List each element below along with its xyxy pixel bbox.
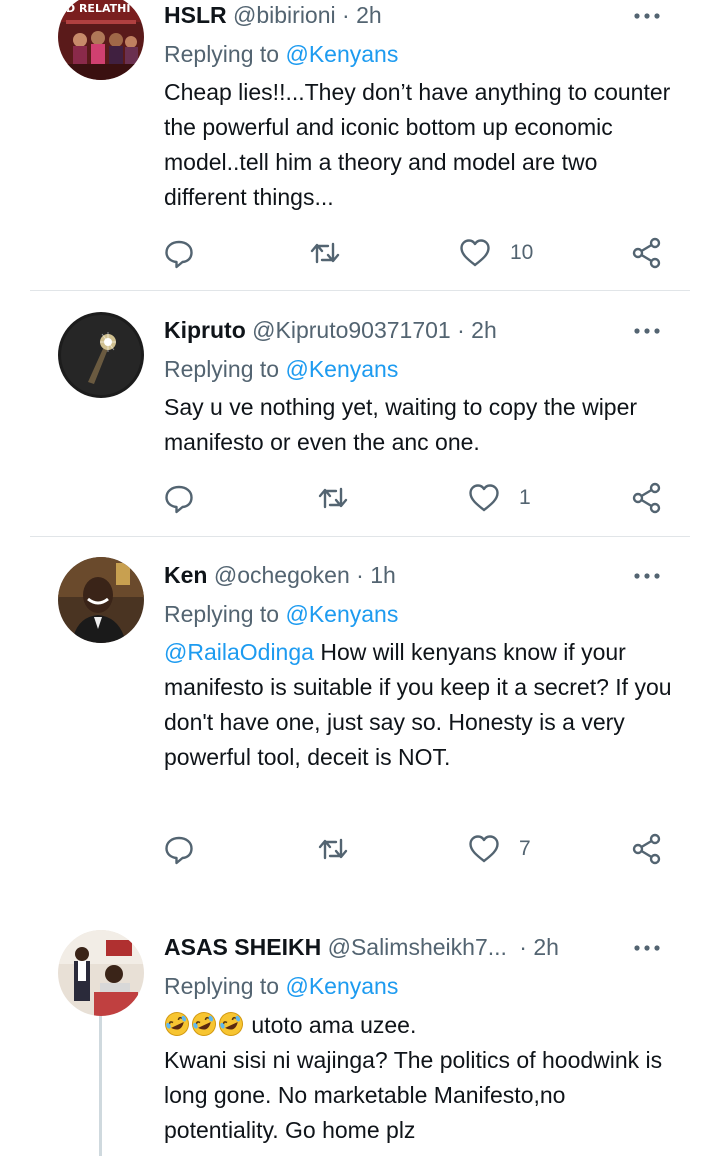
svg-text:D RELATHI: D RELATHI [66, 2, 130, 15]
thread-line [99, 1016, 102, 1156]
retweet-icon[interactable] [316, 481, 350, 515]
replying-to: Replying to @Kenyans [164, 599, 398, 629]
replying-to-label: Replying to [164, 601, 286, 627]
display-name[interactable]: HSLR [164, 2, 227, 28]
tweet-feed: D RELATHI HSLR @bibirioni · 2h Replying … [0, 0, 720, 1156]
replying-to-label: Replying to [164, 356, 286, 382]
tweet-text: Cheap lies!!...They don’t have anything … [164, 79, 671, 210]
timestamp[interactable]: 2h [471, 317, 497, 343]
timestamp[interactable]: 2h [356, 2, 382, 28]
share-icon[interactable] [630, 481, 664, 515]
like-count: 10 [510, 241, 534, 264]
rolling-laughing-emoji [191, 1011, 217, 1037]
separator-dot: · [519, 934, 527, 960]
separator-dot: · [356, 562, 364, 588]
retweet-icon[interactable] [316, 832, 350, 866]
reply-icon[interactable] [162, 832, 196, 866]
replying-to-mention[interactable]: @Kenyans [285, 356, 398, 382]
more-icon[interactable] [630, 321, 664, 341]
like-count: 1 [519, 486, 531, 509]
tweet-1[interactable]: D RELATHI HSLR @bibirioni · 2h Replying … [0, 0, 720, 290]
separator-dot: · [342, 2, 350, 28]
display-name[interactable]: ASAS SHEIKH [164, 934, 321, 960]
replying-to-mention[interactable]: @Kenyans [285, 973, 398, 999]
tweet-text: Say u ve nothing yet, waiting to copy th… [164, 394, 638, 455]
tweet-header: Kipruto @Kipruto90371701 · 2h [164, 315, 497, 345]
retweet-icon[interactable] [308, 236, 342, 270]
tweet-2[interactable]: Kipruto @Kipruto90371701 · 2h Replying t… [0, 291, 720, 536]
rolling-laughing-emoji [164, 1011, 190, 1037]
reply-icon[interactable] [162, 236, 196, 270]
more-icon[interactable] [630, 938, 664, 958]
tweet-text: @RailaOdinga How will kenyans know if yo… [164, 635, 684, 775]
tweet-header: ASAS SHEIKH @Salimsheikh7... · 2h [164, 932, 559, 962]
heart-icon[interactable] [467, 481, 501, 515]
timestamp[interactable]: 1h [370, 562, 396, 588]
avatar-ken[interactable] [58, 557, 144, 643]
user-handle[interactable]: @bibirioni [233, 2, 336, 28]
tweet-3[interactable]: Ken @ochegoken · 1h Replying to @Kenyans… [0, 537, 720, 897]
replying-to: Replying to @Kenyans [164, 354, 398, 384]
reply-icon[interactable] [162, 481, 196, 515]
replying-to-mention[interactable]: @Kenyans [285, 601, 398, 627]
share-icon[interactable] [630, 236, 664, 270]
tweet-text-line1: utoto ama uzee. [245, 1012, 417, 1038]
replying-to: Replying to @Kenyans [164, 971, 398, 1001]
replying-to-label: Replying to [164, 973, 286, 999]
user-handle[interactable]: @Kipruto90371701 [252, 317, 451, 343]
tweet-header: HSLR @bibirioni · 2h [164, 0, 382, 30]
tweet-header: Ken @ochegoken · 1h [164, 560, 396, 590]
heart-icon[interactable] [458, 236, 492, 270]
more-icon[interactable] [630, 566, 664, 586]
rolling-laughing-emoji [218, 1011, 244, 1037]
display-name[interactable]: Kipruto [164, 317, 246, 343]
tweet-text: utoto ama uzee. Kwani sisi ni wajinga? Th… [164, 1008, 684, 1148]
display-name[interactable]: Ken [164, 562, 207, 588]
tweet-4[interactable]: ASAS SHEIKH @Salimsheikh7... · 2h Replyi… [0, 900, 720, 1156]
separator-dot: · [457, 317, 465, 343]
replying-to: Replying to @Kenyans [164, 39, 398, 69]
timestamp[interactable]: 2h [533, 934, 559, 960]
avatar-kipruto[interactable] [58, 312, 144, 398]
avatar-hslr[interactable]: D RELATHI [58, 0, 144, 80]
text-mention[interactable]: @RailaOdinga [164, 639, 314, 665]
avatar-asas-sheikh[interactable] [58, 930, 144, 1016]
more-icon[interactable] [630, 6, 664, 26]
replying-to-mention[interactable]: @Kenyans [285, 41, 398, 67]
user-handle[interactable]: @Salimsheikh7... [328, 934, 507, 960]
heart-icon[interactable] [467, 832, 501, 866]
replying-to-label: Replying to [164, 41, 286, 67]
share-icon[interactable] [630, 832, 664, 866]
tweet-text-body: Kwani sisi ni wajinga? The politics of h… [164, 1047, 663, 1143]
user-handle[interactable]: @ochegoken [214, 562, 350, 588]
like-count: 7 [519, 837, 531, 860]
